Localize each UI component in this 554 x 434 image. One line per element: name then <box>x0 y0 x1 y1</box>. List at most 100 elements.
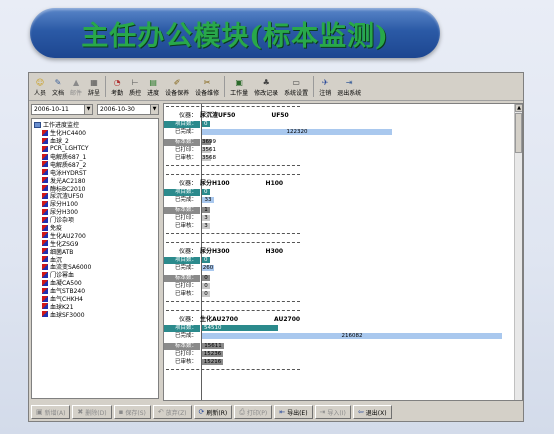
instrument-header: 仪器： 尿沉渣UF50 UF50 <box>164 110 289 119</box>
toolbar-button-exit-system[interactable]: ⇥ 退出系统 <box>334 74 364 100</box>
toolbar-button-form[interactable]: ▦ 辞呈 <box>85 74 103 100</box>
mail-icon: ▲ <box>72 77 80 87</box>
vertical-scrollbar[interactable]: ▲ <box>514 104 522 400</box>
flag-icon <box>42 145 48 152</box>
divider <box>166 310 300 311</box>
stat-label: 已完成： <box>174 264 197 271</box>
divider <box>166 106 300 107</box>
stat-row: 已打印： 15236 <box>164 350 522 358</box>
stat-label: 标本数： <box>164 274 200 282</box>
flag-icon <box>42 303 48 310</box>
print-button[interactable]: ⎙ 打印(P) <box>234 405 273 419</box>
scroll-thumb[interactable] <box>515 113 522 153</box>
scroll-up-icon[interactable]: ▲ <box>515 104 522 112</box>
attendance-icon: ◔ <box>113 77 121 87</box>
chevron-down-icon[interactable]: ▼ <box>84 105 92 114</box>
flag-icon <box>42 256 48 263</box>
stat-bar: 260 <box>202 265 214 271</box>
flag-icon <box>42 153 48 160</box>
toolbar-button-logout[interactable]: ✈ 注销 <box>316 74 334 100</box>
instrument-code: AU2700 <box>274 316 301 323</box>
stat-bar: 0 <box>202 257 210 263</box>
instrument-name: 尿分H100 <box>200 180 230 187</box>
stat-label: 已审核： <box>174 358 197 365</box>
refresh-button[interactable]: ⟳ 刷新(R) <box>193 405 233 419</box>
import-icon: ⇥ <box>319 408 326 416</box>
stat-label: 已完成： <box>174 332 197 339</box>
toolbar-button-mail[interactable]: ▲ 邮件 <box>67 74 85 100</box>
toolbar: ☺ 人员 ✎ 文档 ▲ 邮件 ▦ 辞呈 ◔ 考勤 ⊢ 质控 ▤ 进度 ✐ 设备保养 ✂ 设备维修 … <box>29 73 523 101</box>
stat-label: 标本数： <box>164 206 200 214</box>
logout-icon: ✈ <box>321 77 329 87</box>
toolbar-button-document[interactable]: ✎ 文档 <box>49 74 67 100</box>
save-button[interactable]: ▪ 保存(S) <box>113 405 151 419</box>
button-label: 刷新(R) <box>206 409 228 417</box>
person-icon: ☺ <box>35 77 45 87</box>
instrument-label: 仪器： <box>178 248 197 255</box>
stat-bar: 33 <box>202 197 214 203</box>
stat-bar: 15216 <box>202 359 223 365</box>
stat-row: 项目数： 0 <box>164 120 522 128</box>
stat-label: 已打印： <box>174 350 197 357</box>
settings-icon: ▭ <box>292 77 300 87</box>
stat-label: 已审核： <box>174 290 197 297</box>
stat-row: 已审核： 3 <box>164 222 522 230</box>
stat-row: 已完成： 33 <box>164 196 522 204</box>
instrument-header: 仪器： 尿分H300 H300 <box>164 246 283 255</box>
exit-icon: ⇥ <box>345 77 353 87</box>
button-label: 导出(E) <box>287 409 308 417</box>
divider <box>166 242 300 243</box>
tree-item[interactable]: 血球_2 <box>32 137 158 145</box>
toolbar-button-records[interactable]: ♣ 修改记录 <box>251 74 281 100</box>
flag-icon <box>42 185 48 192</box>
stat-row: 标本数： 3699 <box>164 138 522 146</box>
flag-icon <box>42 161 48 168</box>
divider <box>166 233 300 234</box>
add-icon: ▣ <box>36 408 43 416</box>
divider <box>166 369 300 370</box>
tree-item[interactable]: 血球SF3000 <box>32 310 158 319</box>
toolbar-button-workload[interactable]: ▣ 工作量 <box>227 74 251 100</box>
flag-icon <box>42 279 48 286</box>
export-button[interactable]: ⇤ 导出(E) <box>274 405 313 419</box>
undo-button[interactable]: ↶ 放弃(Z) <box>152 405 192 419</box>
flag-icon <box>42 232 48 239</box>
stat-label: 项目数： <box>164 188 200 196</box>
toolbar-button-progress[interactable]: ▤ 进度 <box>144 74 162 100</box>
flag-icon <box>42 169 48 176</box>
button-label: 放弃(Z) <box>165 409 187 417</box>
stat-row: 标本数： 15611 <box>164 342 522 350</box>
page-banner: 主任办公模块(标本监测) <box>30 8 440 58</box>
stat-label: 已打印： <box>174 282 197 289</box>
toolbar-button-repair[interactable]: ✂ 设备维修 <box>192 74 222 100</box>
stat-label: 标本数： <box>164 138 200 146</box>
flag-icon <box>42 200 48 207</box>
import-button[interactable]: ⇥ 导入(I) <box>314 405 351 419</box>
date-from-picker[interactable]: 2006-10-11 ▼ <box>31 104 93 115</box>
stat-bar: 0 <box>202 275 210 281</box>
stat-label: 标本数： <box>164 342 200 350</box>
flag-icon <box>42 248 48 255</box>
add-button[interactable]: ▣ 新增(A) <box>31 405 71 419</box>
toolbar-button-people[interactable]: ☺ 人员 <box>31 74 49 100</box>
button-label: 打印(P) <box>246 409 268 417</box>
instrument-header: 仪器： 生化AU2700 AU2700 <box>164 314 300 323</box>
flag-icon <box>42 208 48 215</box>
instrument-tree[interactable]: 工作进度监控 生化HC4400 血球_2 PCR_LGHTCY 电解质687_1 电解质… <box>31 118 159 399</box>
stat-bar: 3699 <box>202 139 216 145</box>
delete-button[interactable]: ✖ 删除(D) <box>72 405 112 419</box>
exit-button[interactable]: ⇦ 退出(X) <box>352 405 392 419</box>
date-to-picker[interactable]: 2006-10-30 ▼ <box>97 104 159 115</box>
chevron-down-icon[interactable]: ▼ <box>150 105 158 114</box>
stat-row: 已审核： 15216 <box>164 358 522 366</box>
tree-item-label: 血球_2 <box>50 138 69 146</box>
toolbar-button-quality[interactable]: ⊢ 质控 <box>126 74 144 100</box>
stat-row: 项目数： 0 <box>164 256 522 264</box>
toolbar-button-maintenance[interactable]: ✐ 设备保养 <box>162 74 192 100</box>
stat-label: 已打印： <box>174 146 197 153</box>
stat-row: 项目数： 0 <box>164 188 522 196</box>
toolbar-button-attendance[interactable]: ◔ 考勤 <box>108 74 126 100</box>
divider <box>166 165 300 166</box>
repair-icon: ✂ <box>203 77 211 87</box>
toolbar-button-settings[interactable]: ▭ 系统设置 <box>281 74 311 100</box>
